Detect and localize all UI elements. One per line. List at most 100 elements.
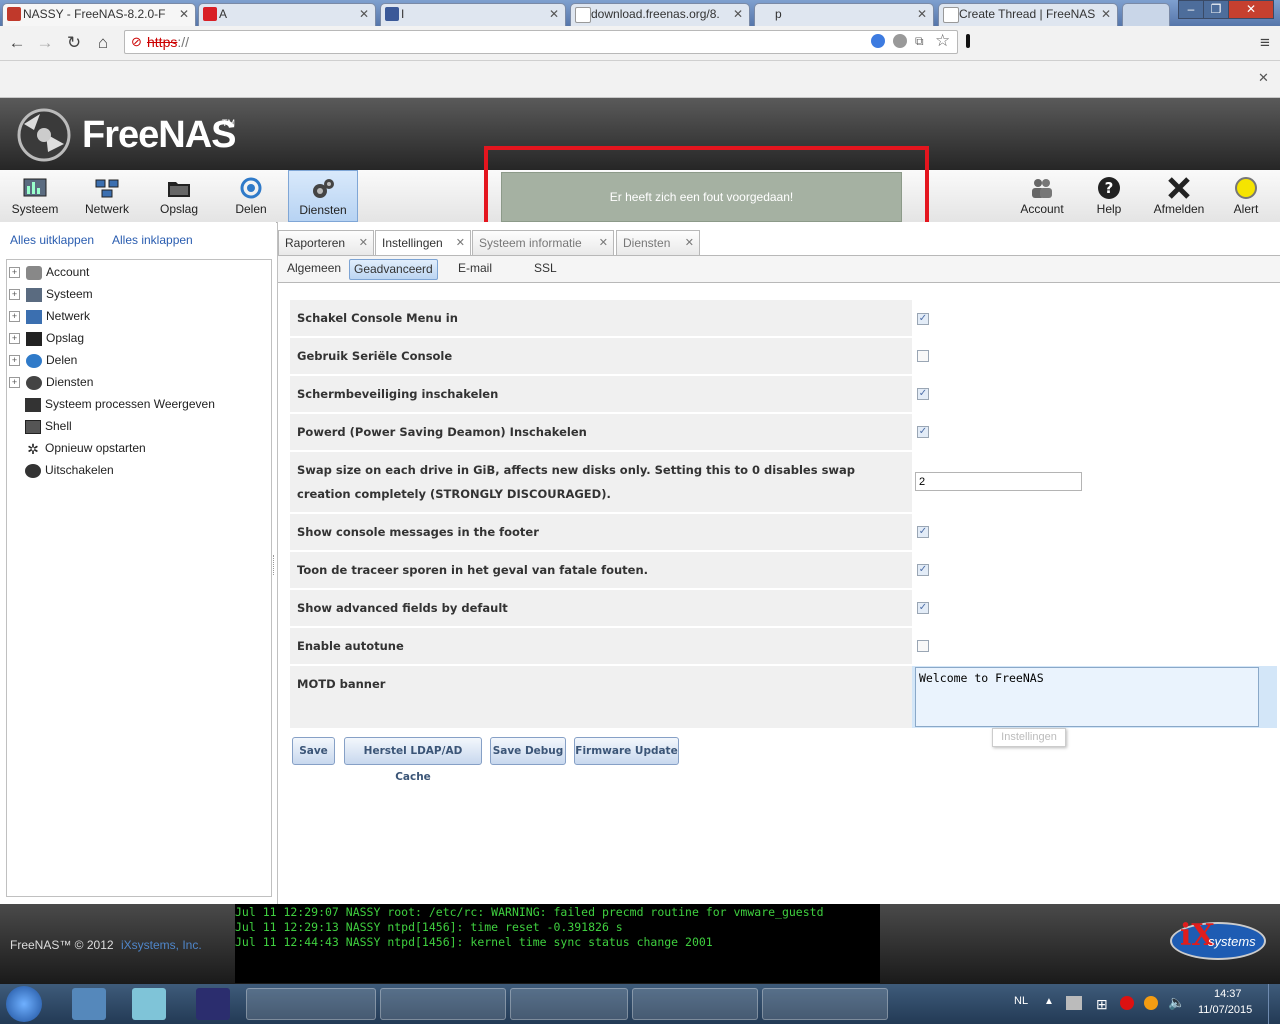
motd-banner-textarea[interactable]: Welcome to FreeNAS xyxy=(915,667,1259,727)
extension-icon[interactable] xyxy=(893,34,907,48)
expand-all-link[interactable]: Alles uitklappen xyxy=(10,233,94,247)
tree-item-diensten[interactable]: + Diensten xyxy=(9,372,93,392)
maximize-icon[interactable]: ❐ xyxy=(1203,0,1229,19)
tree-item-shutdown[interactable]: Uitschakelen xyxy=(25,460,114,480)
screensaver-checkbox[interactable]: ✓ xyxy=(917,388,929,400)
extension-icon[interactable] xyxy=(966,34,970,48)
tree-item-shell[interactable]: Shell xyxy=(25,416,72,436)
company-link[interactable]: iXsystems, Inc. xyxy=(121,938,202,952)
video-app-icon[interactable] xyxy=(196,988,230,1020)
show-hidden-icons[interactable]: ▲ xyxy=(1044,996,1054,1007)
tree-item-reboot[interactable]: ✲ Opnieuw opstarten xyxy=(25,438,146,458)
extension-icon[interactable] xyxy=(871,34,885,48)
taskbar-window-button[interactable] xyxy=(632,988,758,1020)
nav-netwerk[interactable]: Netwerk xyxy=(76,170,138,222)
antivirus-icon[interactable] xyxy=(1120,996,1134,1010)
subtab-geadvanceerd[interactable]: Geadvanceerd xyxy=(349,259,438,280)
tree-item-systeem[interactable]: + Systeem xyxy=(9,284,93,304)
menu-icon[interactable]: ≡ xyxy=(1254,32,1276,54)
console-menu-checkbox[interactable]: ✓ xyxy=(917,313,929,325)
volume-icon[interactable]: 🔈 xyxy=(1168,994,1185,1011)
close-tab-icon[interactable]: ✕ xyxy=(685,231,694,255)
expand-icon[interactable]: + xyxy=(9,311,20,323)
advanced-fields-checkbox[interactable]: ✓ xyxy=(917,602,929,614)
nav-afmelden[interactable]: Afmelden xyxy=(1146,170,1212,222)
close-tab-icon[interactable]: ✕ xyxy=(599,231,608,255)
bookmark-star-icon[interactable]: ☆ xyxy=(935,31,950,51)
reload-icon[interactable]: ↻ xyxy=(63,32,85,54)
autotune-checkbox[interactable] xyxy=(917,640,929,652)
firmware-update-button[interactable]: Firmware Update xyxy=(574,737,679,765)
browser-tab[interactable]: I ✕ xyxy=(380,3,566,26)
browser-tab[interactable]: A ✕ xyxy=(198,3,376,26)
minimize-icon[interactable]: – xyxy=(1178,0,1204,19)
close-tab-icon[interactable]: ✕ xyxy=(359,231,368,255)
tab-raporteren[interactable]: Raporteren ✕ xyxy=(278,230,374,255)
powerd-checkbox[interactable]: ✓ xyxy=(917,426,929,438)
back-icon[interactable]: ← xyxy=(6,32,28,54)
close-tab-icon[interactable]: ✕ xyxy=(456,231,465,255)
console-footer-checkbox[interactable]: ✓ xyxy=(917,526,929,538)
tree-item-netwerk[interactable]: + Netwerk xyxy=(9,306,90,326)
subtab-ssl[interactable]: SSL xyxy=(530,259,561,278)
subtab-email[interactable]: E-mail xyxy=(454,259,496,278)
expand-icon[interactable]: + xyxy=(9,355,20,367)
start-button[interactable] xyxy=(6,986,42,1022)
show-desktop-button[interactable] xyxy=(1268,984,1280,1024)
home-icon[interactable]: ⌂ xyxy=(92,32,114,54)
language-indicator[interactable]: NL xyxy=(1014,995,1028,1007)
clock-date[interactable]: 11/07/2015 xyxy=(1198,1004,1252,1016)
swap-size-input[interactable] xyxy=(915,472,1082,491)
tree-item-opslag[interactable]: + Opslag xyxy=(9,328,84,348)
tree-item-account[interactable]: + Account xyxy=(9,262,89,282)
tree-item-processes[interactable]: Systeem processen Weergeven xyxy=(25,394,215,414)
clock-time[interactable]: 14:37 xyxy=(1214,988,1242,1000)
taskbar-window-button[interactable] xyxy=(380,988,506,1020)
close-tab-icon[interactable]: ✕ xyxy=(179,4,189,24)
nav-account[interactable]: Account xyxy=(1012,170,1072,222)
expand-icon[interactable]: + xyxy=(9,377,20,389)
network-status-icon[interactable] xyxy=(1066,996,1082,1010)
tray-app-icon[interactable] xyxy=(1144,996,1158,1010)
save-button[interactable]: Save xyxy=(292,737,335,765)
nav-opslag[interactable]: Opslag xyxy=(148,170,210,222)
subtab-algemeen[interactable]: Algemeen xyxy=(283,259,345,278)
forward-icon[interactable]: → xyxy=(34,32,56,54)
close-tab-icon[interactable]: ✕ xyxy=(733,4,743,24)
taskbar-window-button[interactable] xyxy=(510,988,628,1020)
expand-icon[interactable]: + xyxy=(9,267,20,279)
calculator-icon[interactable] xyxy=(72,988,106,1020)
reset-ldap-cache-button[interactable]: Herstel LDAP/AD Cache xyxy=(344,737,482,783)
tree-item-delen[interactable]: + Delen xyxy=(9,350,77,370)
nav-help[interactable]: ? Help xyxy=(1082,170,1136,222)
close-infobar-icon[interactable]: ✕ xyxy=(1258,70,1269,86)
browser-tab[interactable]: Create Thread | FreeNAS ✕ xyxy=(938,3,1118,26)
nav-alert[interactable]: Alert xyxy=(1220,170,1272,222)
expand-icon[interactable]: + xyxy=(9,289,20,301)
nav-delen[interactable]: Delen xyxy=(220,170,282,222)
traceback-checkbox[interactable]: ✓ xyxy=(917,564,929,576)
address-bar[interactable]: ⊘ https:// ⧉ ☆ xyxy=(124,30,958,54)
new-tab-button[interactable] xyxy=(1122,3,1170,26)
close-tab-icon[interactable]: ✕ xyxy=(549,4,559,24)
taskbar-window-button[interactable] xyxy=(762,988,888,1020)
serial-console-checkbox[interactable] xyxy=(917,350,929,362)
notes-icon[interactable] xyxy=(132,988,166,1020)
expand-icon[interactable]: + xyxy=(9,333,20,345)
close-tab-icon[interactable]: ✕ xyxy=(917,4,927,24)
tab-diensten[interactable]: Diensten ✕ xyxy=(616,230,700,255)
translate-icon[interactable]: ⧉ xyxy=(915,34,924,49)
browser-tab[interactable]: p ✕ xyxy=(754,3,934,26)
collapse-all-link[interactable]: Alles inklappen xyxy=(112,233,193,247)
tab-instellingen[interactable]: Instellingen ✕ xyxy=(375,230,471,256)
nav-diensten[interactable]: Diensten xyxy=(288,170,358,222)
taskbar-window-button[interactable] xyxy=(246,988,376,1020)
windows-flag-icon[interactable]: ⊞ xyxy=(1096,996,1108,1013)
save-debug-button[interactable]: Save Debug xyxy=(490,737,566,765)
close-window-icon[interactable]: ✕ xyxy=(1228,0,1274,19)
close-tab-icon[interactable]: ✕ xyxy=(1101,4,1111,24)
browser-tab[interactable]: NASSY - FreeNAS-8.2.0-F ✕ xyxy=(2,3,196,26)
browser-tab[interactable]: download.freenas.org/8. ✕ xyxy=(570,3,750,26)
nav-systeem[interactable]: Systeem xyxy=(4,170,66,222)
tab-systeem-informatie[interactable]: Systeem informatie ✕ xyxy=(472,230,614,255)
